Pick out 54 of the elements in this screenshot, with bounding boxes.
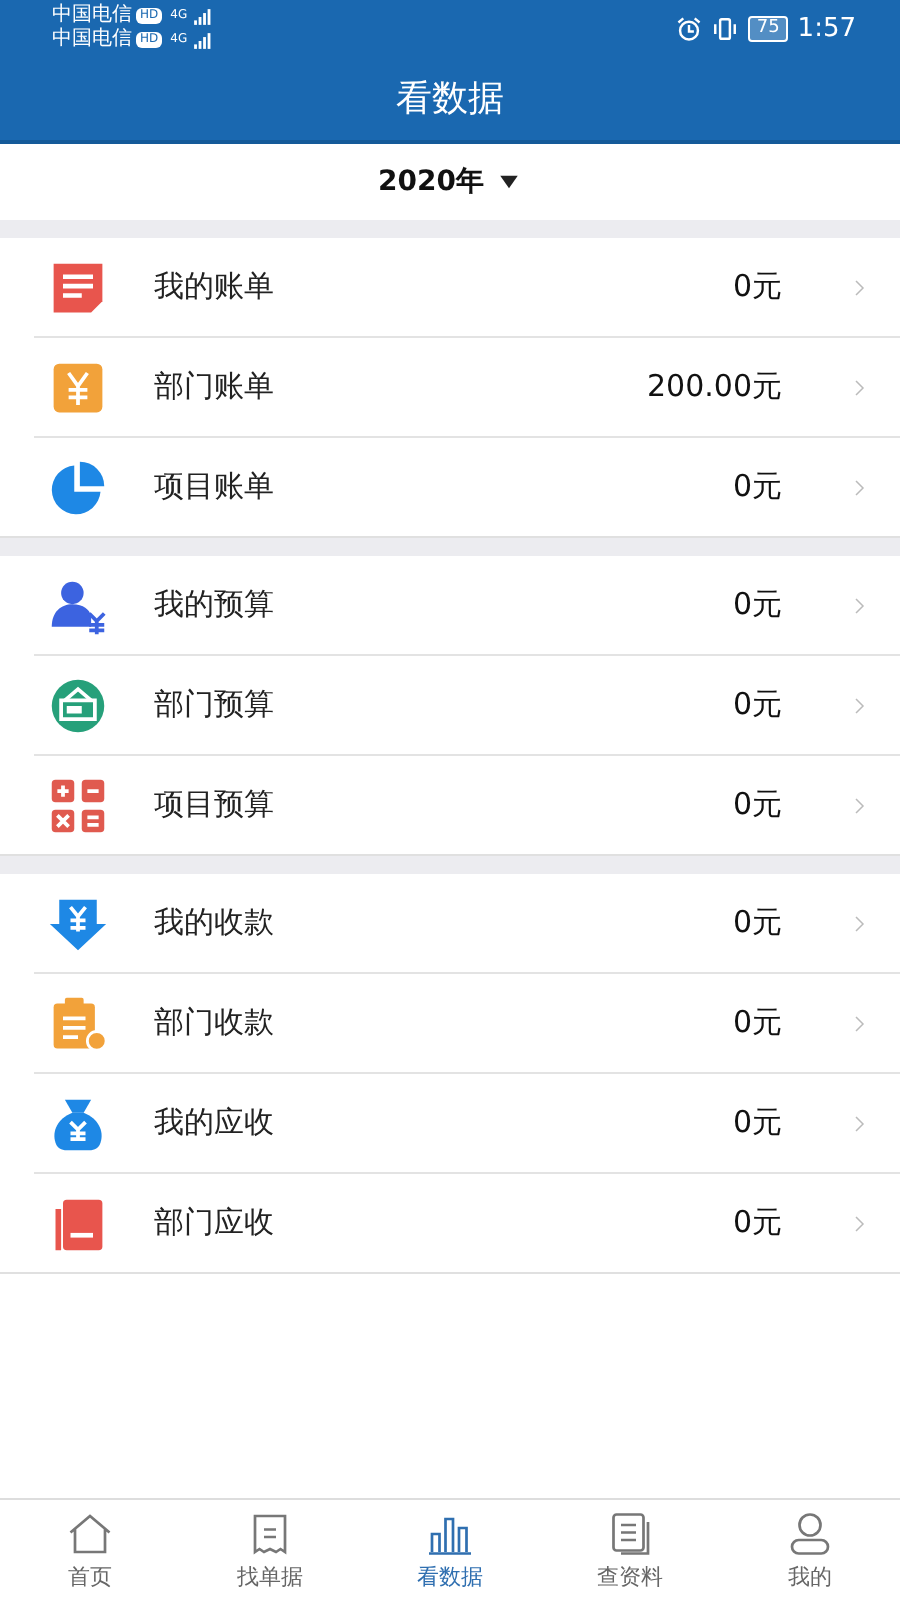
item-amount: 0元 xyxy=(732,586,782,624)
wallet-icon xyxy=(48,675,108,735)
page-title: 看数据 xyxy=(396,76,504,122)
clock-time: 1:57 xyxy=(797,13,856,43)
chevron-right-icon xyxy=(852,793,868,817)
item-label: 我的应收 xyxy=(154,1104,274,1142)
pie-chart-icon xyxy=(48,457,108,517)
list-item[interactable]: 部门收款 0元 xyxy=(34,974,900,1074)
list-item[interactable]: 我的收款 0元 xyxy=(34,874,900,974)
item-amount: 0元 xyxy=(732,786,782,824)
item-label: 部门预算 xyxy=(154,686,274,724)
vibrate-icon xyxy=(712,15,739,41)
item-amount: 0元 xyxy=(732,1204,782,1242)
home-icon xyxy=(66,1509,114,1557)
chevron-right-icon xyxy=(852,1211,868,1235)
list-item[interactable]: 我的预算 0元 xyxy=(34,556,900,656)
item-label: 我的账单 xyxy=(154,268,274,306)
item-label: 我的收款 xyxy=(154,904,274,942)
carrier-name: 中国电信 xyxy=(52,28,132,52)
item-amount: 0元 xyxy=(732,1004,782,1042)
list-item[interactable]: 我的应收 0元 xyxy=(34,1074,900,1174)
item-amount: 0元 xyxy=(732,1104,782,1142)
item-label: 部门收款 xyxy=(154,1004,274,1042)
chevron-right-icon xyxy=(852,911,868,935)
calculator-icon xyxy=(48,775,108,835)
list-item[interactable]: 部门账单 200.00元 xyxy=(34,338,900,438)
chevron-right-icon xyxy=(852,1011,868,1035)
document-icon xyxy=(606,1509,654,1557)
chevron-right-icon xyxy=(852,693,868,717)
clipboard-icon xyxy=(48,993,108,1053)
chevron-right-icon xyxy=(852,275,868,299)
item-label: 项目预算 xyxy=(154,786,274,824)
item-amount: 0元 xyxy=(732,904,782,942)
item-label: 我的预算 xyxy=(154,586,274,624)
person-icon xyxy=(786,1509,834,1557)
item-amount: 200.00元 xyxy=(647,368,782,406)
signal-icon xyxy=(191,7,212,25)
chevron-right-icon xyxy=(852,375,868,399)
list-item[interactable]: 部门预算 0元 xyxy=(34,656,900,756)
battery-level: 75 xyxy=(748,15,788,41)
dropdown-caret-icon xyxy=(495,172,522,192)
item-label: 部门账单 xyxy=(154,368,274,406)
alarm-icon xyxy=(676,15,703,41)
item-amount: 0元 xyxy=(732,686,782,724)
item-amount: 0元 xyxy=(732,268,782,306)
chevron-right-icon xyxy=(852,1111,868,1135)
chevron-right-icon xyxy=(852,593,868,617)
chevron-right-icon xyxy=(852,475,868,499)
item-amount: 0元 xyxy=(732,468,782,506)
signal-icon xyxy=(191,31,212,49)
item-label: 部门应收 xyxy=(154,1204,274,1242)
item-label: 项目账单 xyxy=(154,468,274,506)
carrier-name: 中国电信 xyxy=(52,4,132,27)
list-item[interactable]: 我的账单 0元 xyxy=(34,238,900,338)
